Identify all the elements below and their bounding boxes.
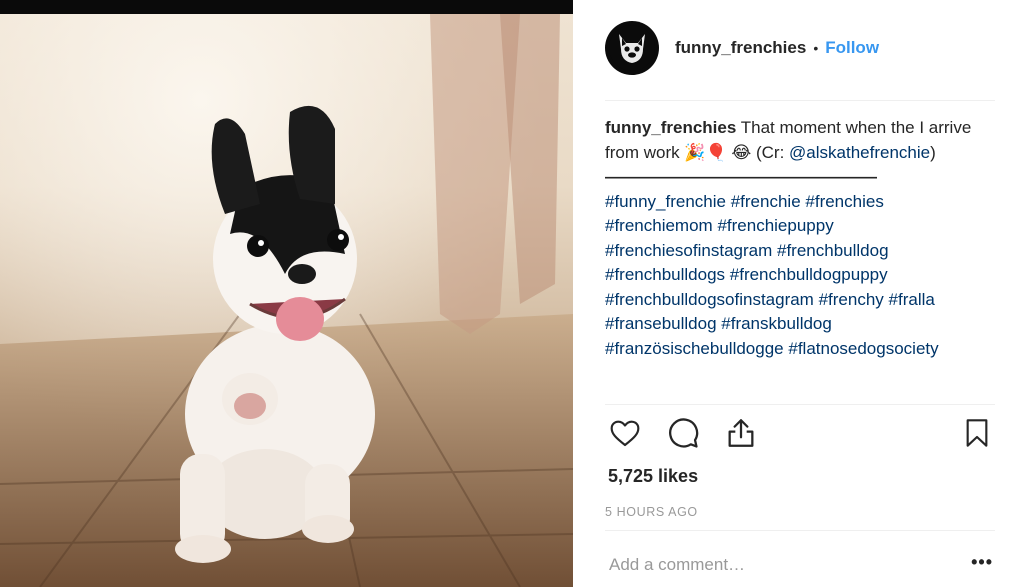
hashtag[interactable]: #frenchiemom — [605, 216, 713, 235]
hashtag[interactable]: #frenchiesofinstagram — [605, 241, 772, 260]
puppy-photo-illustration — [0, 14, 573, 587]
hashtag[interactable]: #frenchies — [805, 192, 883, 211]
hashtag[interactable]: #franskbulldog — [721, 314, 832, 333]
post-caption: funny_frenchies That moment when the I a… — [605, 116, 989, 400]
top-bar — [0, 0, 573, 14]
action-bar — [605, 413, 995, 453]
hashtag[interactable]: #fralla — [889, 290, 935, 309]
hashtag[interactable]: #frenchbulldogpuppy — [730, 265, 888, 284]
hashtag[interactable]: #frenchie — [731, 192, 801, 211]
hashtag[interactable]: #frenchbulldogs — [605, 265, 725, 284]
hashtag[interactable]: #frenchbulldog — [777, 241, 889, 260]
caption-divider — [605, 404, 995, 405]
hashtag[interactable]: #frenchbulldogsofinstagram — [605, 290, 814, 309]
header-separator: • — [813, 40, 819, 56]
post-detail-panel: funny_frenchies • Follow funny_frenchies… — [573, 0, 1024, 587]
caption-username[interactable]: funny_frenchies — [605, 118, 736, 137]
header-divider — [605, 100, 995, 101]
caption-dashes: ———————————————— — [605, 167, 877, 186]
share-button[interactable] — [721, 413, 761, 453]
comment-divider — [605, 530, 995, 531]
comment-input[interactable] — [607, 554, 941, 576]
avatar[interactable] — [605, 21, 659, 75]
post-photo[interactable] — [0, 14, 573, 587]
bulldog-avatar-icon — [609, 25, 655, 71]
hashtag[interactable]: #frenchy — [819, 290, 884, 309]
like-button[interactable] — [605, 413, 645, 453]
header-username[interactable]: funny_frenchies — [675, 38, 806, 58]
follow-button[interactable]: Follow — [825, 38, 879, 58]
hashtag[interactable]: #frenchiepuppy — [717, 216, 833, 235]
comment-button[interactable] — [663, 413, 703, 453]
hashtag[interactable]: #flatnosedogsociety — [788, 339, 938, 358]
post-timestamp[interactable]: 5 HOURS AGO — [605, 505, 698, 519]
likes-count[interactable]: 5,725 likes — [608, 466, 698, 487]
caption-mention[interactable]: @alskathefrenchie — [789, 143, 930, 162]
hashtag-list: #funny_frenchie #frenchie #frenchies #fr… — [605, 192, 939, 358]
heart-icon — [610, 420, 640, 447]
share-icon — [728, 419, 754, 447]
caption-closing-paren: ) — [930, 142, 936, 162]
hashtag[interactable]: #funny_frenchie — [605, 192, 726, 211]
more-options-button[interactable]: ••• — [971, 552, 993, 573]
hashtag[interactable]: #fransebulldog — [605, 314, 717, 333]
hashtag[interactable]: #französischebulldogge — [605, 339, 784, 358]
save-button[interactable] — [957, 413, 997, 453]
bookmark-icon — [966, 419, 988, 447]
comment-row: ••• — [605, 552, 995, 584]
post-header: funny_frenchies • Follow — [605, 20, 879, 76]
comment-icon — [669, 418, 699, 448]
